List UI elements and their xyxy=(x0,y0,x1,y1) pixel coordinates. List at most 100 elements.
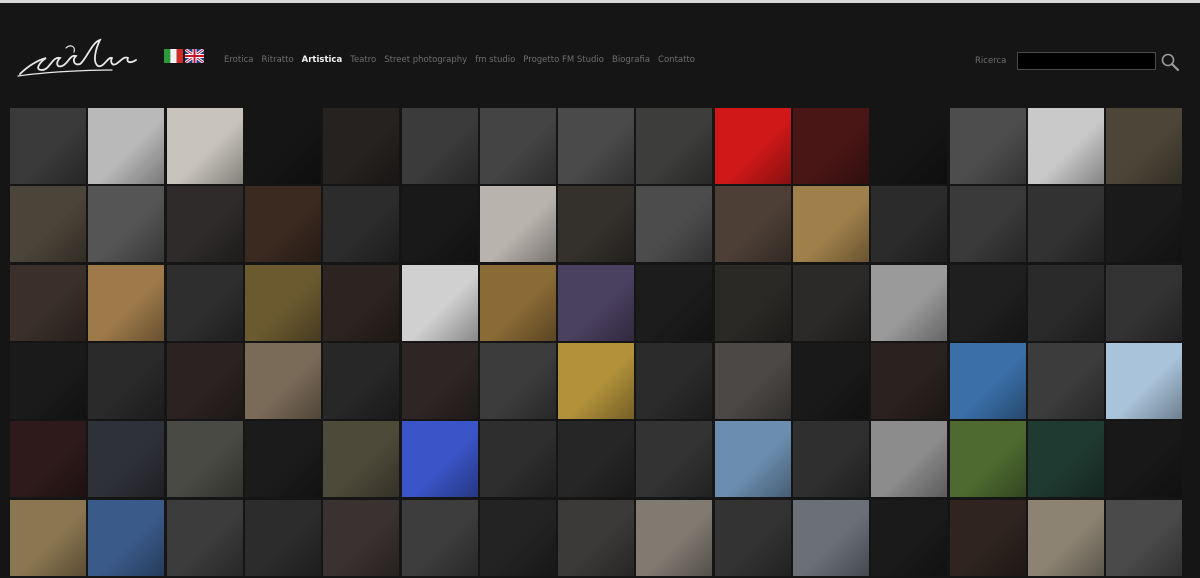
nav-artistica[interactable]: Artistica xyxy=(302,55,343,65)
nav-ritratto[interactable]: Ritratto xyxy=(261,55,293,65)
magnifier-icon[interactable] xyxy=(1160,52,1180,72)
photo-thumbnail[interactable] xyxy=(1028,265,1104,341)
photo-thumbnail[interactable] xyxy=(480,265,556,341)
photo-thumbnail[interactable] xyxy=(88,500,164,576)
nav-contatto[interactable]: Contatto xyxy=(658,55,695,65)
photo-thumbnail[interactable] xyxy=(636,108,712,184)
photo-thumbnail[interactable] xyxy=(950,343,1026,419)
photo-thumbnail[interactable] xyxy=(793,343,869,419)
photo-thumbnail[interactable] xyxy=(950,421,1026,497)
nav-street-photography[interactable]: Street photography xyxy=(384,55,467,65)
photo-thumbnail[interactable] xyxy=(480,108,556,184)
photo-thumbnail[interactable] xyxy=(715,421,791,497)
photo-thumbnail[interactable] xyxy=(245,500,321,576)
nav-biografia[interactable]: Biografia xyxy=(612,55,650,65)
photo-thumbnail[interactable] xyxy=(88,265,164,341)
photo-thumbnail[interactable] xyxy=(636,500,712,576)
photo-thumbnail[interactable] xyxy=(793,265,869,341)
signature-logo[interactable] xyxy=(16,36,140,80)
photo-thumbnail[interactable] xyxy=(871,265,947,341)
photo-thumbnail[interactable] xyxy=(167,108,243,184)
photo-thumbnail[interactable] xyxy=(950,186,1026,262)
photo-thumbnail[interactable] xyxy=(715,108,791,184)
nav-teatro[interactable]: Teatro xyxy=(350,55,376,65)
photo-thumbnail[interactable] xyxy=(558,186,634,262)
photo-thumbnail[interactable] xyxy=(480,186,556,262)
photo-thumbnail[interactable] xyxy=(88,186,164,262)
photo-thumbnail[interactable] xyxy=(480,421,556,497)
photo-thumbnail[interactable] xyxy=(167,343,243,419)
photo-thumbnail[interactable] xyxy=(558,108,634,184)
photo-thumbnail[interactable] xyxy=(323,343,399,419)
photo-thumbnail[interactable] xyxy=(480,500,556,576)
photo-thumbnail[interactable] xyxy=(950,108,1026,184)
photo-thumbnail[interactable] xyxy=(715,186,791,262)
english-flag-icon[interactable] xyxy=(185,49,204,63)
photo-thumbnail[interactable] xyxy=(1028,421,1104,497)
photo-thumbnail[interactable] xyxy=(167,265,243,341)
photo-thumbnail[interactable] xyxy=(88,108,164,184)
photo-thumbnail[interactable] xyxy=(558,500,634,576)
photo-thumbnail[interactable] xyxy=(871,500,947,576)
photo-thumbnail[interactable] xyxy=(402,108,478,184)
photo-thumbnail[interactable] xyxy=(793,108,869,184)
photo-thumbnail[interactable] xyxy=(636,343,712,419)
photo-thumbnail[interactable] xyxy=(1028,108,1104,184)
photo-thumbnail[interactable] xyxy=(558,265,634,341)
photo-thumbnail[interactable] xyxy=(1106,421,1182,497)
photo-thumbnail[interactable] xyxy=(10,421,86,497)
photo-thumbnail[interactable] xyxy=(1028,186,1104,262)
photo-thumbnail[interactable] xyxy=(793,186,869,262)
photo-thumbnail[interactable] xyxy=(167,500,243,576)
italian-flag-icon[interactable] xyxy=(164,49,183,63)
photo-thumbnail[interactable] xyxy=(10,108,86,184)
nav-fm-studio[interactable]: fm studio xyxy=(475,55,515,65)
photo-thumbnail[interactable] xyxy=(950,265,1026,341)
photo-thumbnail[interactable] xyxy=(323,421,399,497)
photo-thumbnail[interactable] xyxy=(1106,500,1182,576)
photo-thumbnail[interactable] xyxy=(167,186,243,262)
photo-thumbnail[interactable] xyxy=(323,500,399,576)
photo-thumbnail[interactable] xyxy=(10,265,86,341)
photo-thumbnail[interactable] xyxy=(10,186,86,262)
photo-thumbnail[interactable] xyxy=(1106,343,1182,419)
photo-thumbnail[interactable] xyxy=(793,500,869,576)
photo-thumbnail[interactable] xyxy=(402,500,478,576)
photo-thumbnail[interactable] xyxy=(323,265,399,341)
photo-thumbnail[interactable] xyxy=(402,186,478,262)
photo-thumbnail[interactable] xyxy=(558,421,634,497)
photo-thumbnail[interactable] xyxy=(245,265,321,341)
photo-thumbnail[interactable] xyxy=(402,265,478,341)
photo-thumbnail[interactable] xyxy=(715,500,791,576)
photo-thumbnail[interactable] xyxy=(245,343,321,419)
photo-thumbnail[interactable] xyxy=(871,186,947,262)
photo-thumbnail[interactable] xyxy=(871,343,947,419)
nav-progetto-fm-studio[interactable]: Progetto FM Studio xyxy=(523,55,604,65)
photo-thumbnail[interactable] xyxy=(715,343,791,419)
photo-thumbnail[interactable] xyxy=(323,108,399,184)
photo-thumbnail[interactable] xyxy=(1106,265,1182,341)
photo-thumbnail[interactable] xyxy=(636,421,712,497)
photo-thumbnail[interactable] xyxy=(10,500,86,576)
photo-thumbnail[interactable] xyxy=(715,265,791,341)
photo-thumbnail[interactable] xyxy=(402,421,478,497)
photo-thumbnail[interactable] xyxy=(558,343,634,419)
photo-thumbnail[interactable] xyxy=(88,343,164,419)
photo-thumbnail[interactable] xyxy=(636,186,712,262)
photo-thumbnail[interactable] xyxy=(88,421,164,497)
photo-thumbnail[interactable] xyxy=(10,343,86,419)
photo-thumbnail[interactable] xyxy=(636,265,712,341)
photo-thumbnail[interactable] xyxy=(167,421,243,497)
photo-thumbnail[interactable] xyxy=(1106,186,1182,262)
photo-thumbnail[interactable] xyxy=(1028,500,1104,576)
photo-thumbnail[interactable] xyxy=(1106,108,1182,184)
photo-thumbnail[interactable] xyxy=(245,186,321,262)
photo-thumbnail[interactable] xyxy=(1028,343,1104,419)
search-input[interactable] xyxy=(1017,52,1156,70)
photo-thumbnail[interactable] xyxy=(793,421,869,497)
photo-thumbnail[interactable] xyxy=(480,343,556,419)
photo-thumbnail[interactable] xyxy=(245,421,321,497)
photo-thumbnail[interactable] xyxy=(950,500,1026,576)
photo-thumbnail[interactable] xyxy=(323,186,399,262)
nav-erotica[interactable]: Erotica xyxy=(224,55,253,65)
